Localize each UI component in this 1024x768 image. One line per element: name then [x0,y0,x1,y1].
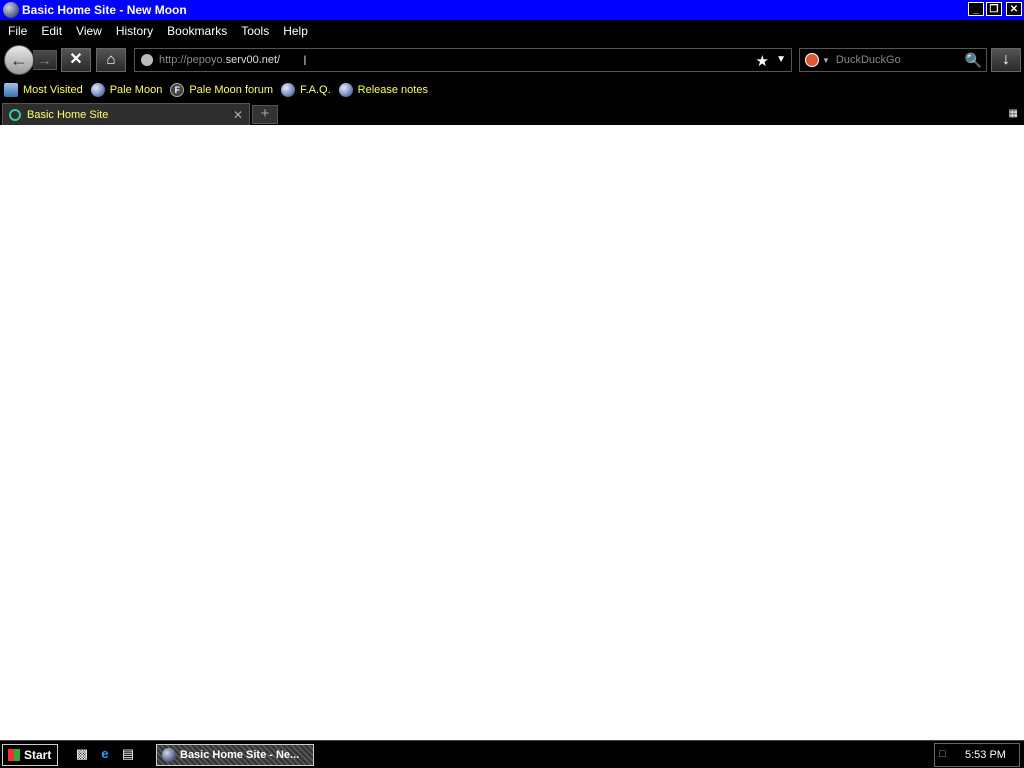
pale-moon-icon [338,83,353,97]
app-icon[interactable] [3,2,19,18]
forward-arrow-icon: → [37,52,52,68]
search-bar[interactable]: ▼ DuckDuckGo 🔍 [799,48,987,72]
engine-dropdown-icon[interactable]: ▼ [822,56,830,65]
bookmarks-toolbar: Most Visited Pale Moon F Pale Moon forum… [0,80,1024,100]
stop-icon: ✕ [69,51,83,68]
tab-strip: Basic Home Site ✕ + ▦ [0,102,1024,125]
clock[interactable]: 5:53 PM [965,749,1006,761]
home-button[interactable]: ⌂ [96,48,126,72]
menu-bookmarks[interactable]: Bookmarks [167,24,227,38]
internet-explorer-icon[interactable]: e [97,746,113,762]
search-placeholder: DuckDuckGo [835,54,901,66]
tab-close-icon[interactable]: ✕ [233,108,243,122]
network-icon[interactable]: □ [939,748,957,762]
navigation-toolbar: ← → ✕ ⌂ http://pepoyo.serv00.net/ I ★ ▼ … [0,44,1024,75]
task-label: Basic Home Site - Ne... [180,749,300,761]
url-dropdown-icon[interactable]: ▼ [776,54,786,65]
tab-label: Basic Home Site [27,108,109,121]
taskbar-window-button[interactable]: Basic Home Site - Ne... [156,744,314,766]
menu-tools[interactable]: Tools [241,24,269,38]
tab-groups-icon[interactable]: ▦ [1009,108,1018,119]
bookmark-label: Pale Moon [109,84,163,96]
bookmark-pale-moon-forum[interactable]: F Pale Moon forum [170,83,273,97]
loading-icon [9,108,21,121]
plus-icon: + [260,105,270,122]
text-cursor-icon: I [303,52,307,68]
page-content[interactable] [0,125,1024,740]
duckduckgo-icon[interactable] [805,53,819,67]
pale-moon-icon [90,83,105,97]
bookmark-label: Release notes [357,84,428,96]
menu-help[interactable]: Help [283,24,308,38]
windows-logo-icon [8,749,20,761]
bookmark-release-notes[interactable]: Release notes [338,83,428,97]
tab-basic-home-site[interactable]: Basic Home Site ✕ [2,103,250,125]
site-identity-icon[interactable] [141,54,153,66]
stop-button[interactable]: ✕ [61,48,91,72]
start-label: Start [24,748,52,762]
most-visited-icon [4,83,18,97]
bookmark-label: Pale Moon forum [189,84,274,96]
show-desktop-icon[interactable]: ▩ [74,746,90,762]
bookmark-label: Most Visited [23,84,83,96]
menu-view[interactable]: View [76,24,102,38]
title-bar: Basic Home Site - New Moon _ ❐ ✕ [0,0,1024,20]
url-host: serv00.net/ [225,54,281,66]
close-button[interactable]: ✕ [1006,2,1022,16]
bookmark-label: F.A.Q. [300,84,331,96]
url-text[interactable]: http://pepoyo.serv00.net/ [159,54,280,66]
forward-button[interactable]: → [33,50,57,70]
bookmark-star-icon[interactable]: ★ [756,52,769,70]
taskbar: Start ▩ e ▤ Basic Home Site - Ne... □ 5:… [0,740,1024,768]
download-arrow-icon: ↓ [1002,51,1010,68]
menu-history[interactable]: History [116,24,153,38]
forum-icon: F [170,83,185,97]
bookmark-pale-moon[interactable]: Pale Moon [90,83,163,97]
home-icon: ⌂ [106,51,116,68]
downloads-button[interactable]: ↓ [991,48,1021,72]
menu-edit[interactable]: Edit [41,24,62,38]
pale-moon-icon [281,83,296,97]
restore-button[interactable]: ❐ [986,2,1002,16]
back-button[interactable]: ← [4,45,34,75]
new-tab-button[interactable]: + [252,105,278,124]
window-controls: _ ❐ ✕ [968,2,1022,16]
back-arrow-icon: ← [10,49,28,70]
menu-bar: File Edit View History Bookmarks Tools H… [0,20,1024,42]
window-title: Basic Home Site - New Moon [22,3,187,17]
minimize-button[interactable]: _ [968,2,984,16]
bookmark-most-visited[interactable]: Most Visited [4,83,83,97]
menu-file[interactable]: File [8,24,27,38]
system-tray: □ 5:53 PM [934,743,1020,767]
bookmark-faq[interactable]: F.A.Q. [281,83,331,97]
search-icon[interactable]: 🔍 [965,52,982,69]
url-bar[interactable]: http://pepoyo.serv00.net/ I ★ ▼ [134,48,792,72]
url-prefix: http://pepoyo. [159,54,226,66]
start-button[interactable]: Start [2,744,58,766]
media-player-icon[interactable]: ▤ [120,746,136,762]
new-moon-icon [162,748,176,762]
